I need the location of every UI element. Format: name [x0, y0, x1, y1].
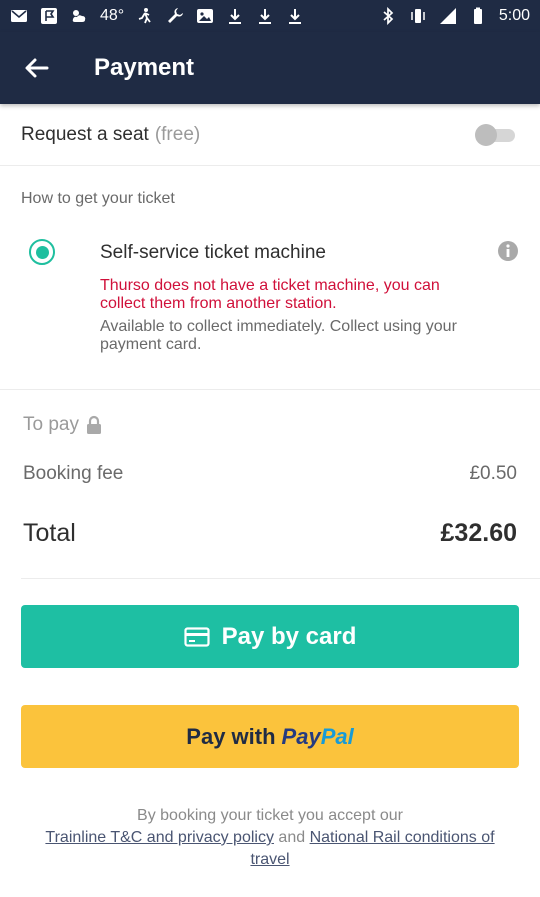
pay-with-paypal-button[interactable]: Pay with PayPal — [21, 705, 519, 768]
request-seat-label: Request a seat — [21, 123, 149, 145]
clock: 5:00 — [498, 7, 530, 24]
back-button[interactable] — [0, 32, 72, 104]
to-pay-heading: To pay — [23, 414, 103, 436]
app-bar: Payment — [0, 32, 540, 104]
status-bar: 48° 5:00 — [0, 0, 540, 32]
paypal-logo: PayPal — [282, 724, 354, 750]
credit-card-icon — [184, 626, 210, 647]
battery-icon — [469, 7, 487, 25]
request-seat-row: Request a seat (free) — [0, 104, 540, 166]
pay-by-card-label: Pay by card — [221, 622, 357, 650]
ticket-section-heading: How to get your ticket — [21, 190, 175, 207]
toggle-thumb — [475, 123, 497, 146]
arrow-left-icon — [25, 58, 49, 78]
tc-privacy-link[interactable]: Trainline T&C and privacy policy — [45, 829, 274, 846]
photo-icon — [196, 7, 214, 25]
weather-icon — [70, 7, 88, 25]
paypal-logo-pay: Pay — [281, 723, 321, 749]
download-icon — [226, 7, 244, 25]
status-left-icons: 48° — [10, 7, 304, 25]
lock-icon — [86, 415, 101, 434]
vibrate-icon — [409, 7, 427, 25]
ticket-option-radio[interactable] — [29, 239, 55, 265]
ticket-option-machine[interactable]: Self-service ticket machine Thurso does … — [0, 225, 540, 390]
mail-icon — [10, 7, 28, 25]
page-title: Payment — [94, 54, 195, 81]
to-pay-label: To pay — [23, 414, 79, 435]
signal-icon — [439, 7, 457, 25]
legal-text: By booking your ticket you accept our Tr… — [40, 805, 500, 871]
legal-prefix: By booking your ticket you accept our — [137, 807, 403, 824]
request-seat-hint: (free) — [154, 123, 201, 145]
person-icon — [136, 7, 154, 25]
legal-and: and — [278, 829, 306, 846]
pay-by-card-button[interactable]: Pay by card — [21, 605, 519, 668]
status-right-icons: 5:00 — [379, 7, 530, 25]
bluetooth-icon — [379, 7, 397, 25]
download-icon — [286, 7, 304, 25]
paypal-logo-pal: Pal — [320, 723, 354, 749]
pay-with-paypal-label: Pay with — [186, 723, 276, 749]
flag-icon — [40, 7, 58, 25]
request-seat-toggle[interactable] — [475, 123, 517, 147]
total-value: £32.60 — [440, 519, 517, 547]
ticket-option-description: Available to collect immediately. Collec… — [100, 318, 457, 353]
info-icon[interactable] — [497, 240, 519, 262]
booking-fee-label: Booking fee — [23, 463, 124, 484]
booking-fee-value: £0.50 — [469, 463, 517, 484]
wrench-icon — [166, 7, 184, 25]
total-label: Total — [23, 519, 76, 547]
ticket-option-warning: Thurso does not have a ticket machine, y… — [100, 277, 440, 312]
radio-selected-dot — [35, 245, 49, 259]
total-row: Total £32.60 — [23, 519, 517, 579]
download-icon — [256, 7, 274, 25]
ticket-option-title: Self-service ticket machine — [100, 242, 326, 263]
booking-fee-row: Booking fee £0.50 — [23, 463, 517, 485]
divider — [21, 578, 540, 579]
temperature: 48° — [100, 7, 125, 24]
